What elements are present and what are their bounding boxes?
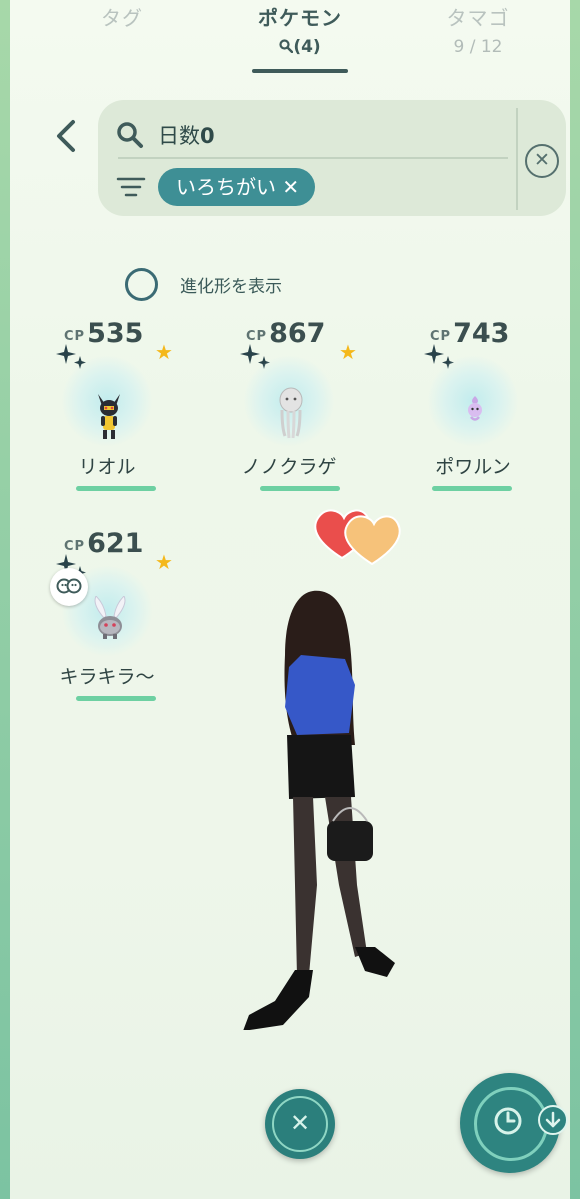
pokemon-storage-screen: タグ ポケモン (4) タマゴ 9 / 12 日数0 ✕ いろちがい ✕ 進化形… [10,0,570,1199]
pokemon-name: リオル [78,456,136,478]
quick-action-button[interactable] [460,1073,568,1173]
clock-icon [494,1107,522,1135]
favorite-star-icon: ★ [339,340,357,364]
search-panel: 日数0 ✕ いろちがい ✕ [98,100,566,216]
active-tab-indicator [252,69,348,73]
filter-chip-label: いろちがい ✕ [176,175,300,199]
search-input[interactable]: 日数0 [116,118,215,152]
tab-egg-count: 9 / 12 [453,37,503,57]
hearts-sticker [314,509,401,566]
tab-tag-label: タグ [101,6,143,30]
search-divider [118,157,508,159]
cp-number: 535 [87,318,144,349]
nonokurage-sprite [279,387,303,439]
vertical-divider [516,108,518,210]
close-button[interactable]: ✕ [265,1089,335,1159]
hp-bar [76,696,156,701]
woman-sticker [243,590,395,1030]
search-query-value: 0 [200,124,215,148]
pokemon-name: ノノクラゲ [241,456,337,478]
hp-bar [260,486,340,491]
buddy-icon [56,578,82,594]
cp-number: 867 [269,318,326,349]
pokemon-card[interactable]: CP743 ポワルン [388,318,558,491]
pokemon-name: ポワルン [435,456,511,478]
buddy-badge [50,568,88,606]
clear-search-button[interactable]: ✕ [525,144,559,178]
search-query: 日数0 [158,120,215,150]
cp-number: 743 [453,318,510,349]
tab-tag[interactable]: タグ [42,2,202,31]
close-icon: ✕ [534,149,550,171]
tab-pokemon[interactable]: ポケモン (4) [220,2,380,57]
favorite-star-icon: ★ [155,550,173,574]
filter-chip-shiny[interactable]: いろちがい ✕ [158,168,316,206]
pokemon-card[interactable]: CP621 ★ キラキラ〜 [22,528,192,701]
pokemon-name: キラキラ〜 [59,666,155,688]
filter-icon[interactable] [116,176,146,198]
favorite-star-icon: ★ [155,340,173,364]
pokemon-card[interactable]: CP535 ★ リオル [22,318,192,491]
kirakira-sprite [94,596,126,639]
search-query-prefix: 日数 [158,124,200,148]
tab-pokemon-count: (4) [220,37,380,57]
cp-number: 621 [87,528,144,559]
right-border [570,0,580,1199]
show-evolutions-label: 進化形を表示 [180,277,282,297]
castform-sprite [468,396,482,421]
riolu-sprite [98,394,120,439]
hp-bar [432,486,512,491]
close-icon: ✕ [272,1096,328,1152]
radio-circle[interactable] [125,268,158,301]
arrow-down-icon [545,1111,561,1128]
search-icon [117,122,143,148]
hp-bar [76,486,156,491]
expand-button[interactable] [538,1105,568,1135]
tab-egg[interactable]: タマゴ 9 / 12 [398,2,558,57]
chevron-left-icon[interactable] [53,116,81,156]
left-border [0,0,10,1199]
show-evolutions-toggle[interactable]: 進化形を表示 [125,268,282,301]
tab-egg-label: タマゴ [446,6,510,30]
tab-pokemon-label: ポケモン [258,6,342,30]
pokemon-card[interactable]: CP867 ★ ノノクラゲ [204,318,374,491]
tab-pokemon-count-text: (4) [293,37,321,57]
search-icon [279,39,294,54]
